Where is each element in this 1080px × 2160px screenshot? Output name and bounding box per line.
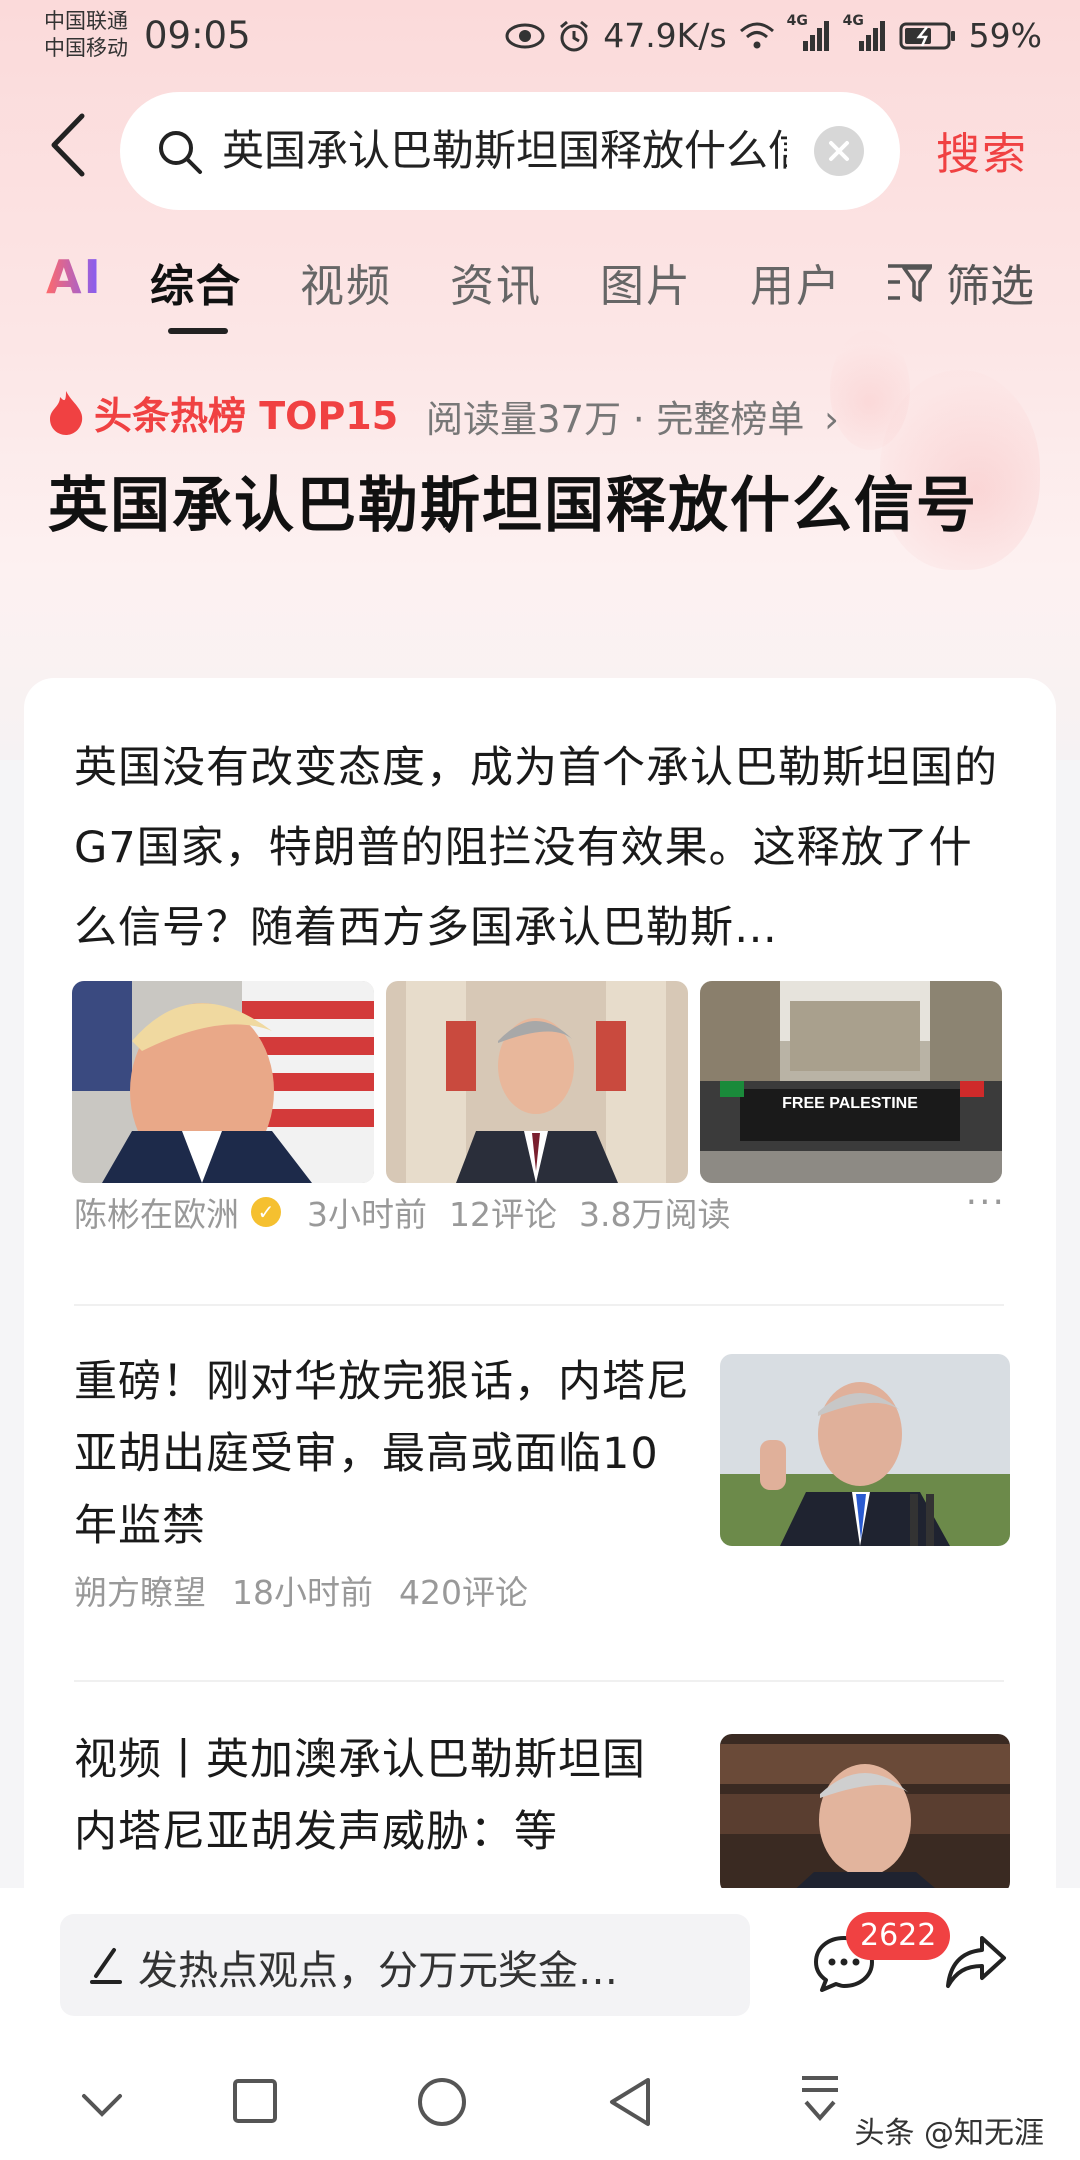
carrier-1: 中国联通 — [44, 9, 128, 33]
wifi-icon — [739, 22, 774, 48]
hotlist-label: 头条热榜 TOP15 — [94, 394, 399, 438]
flame-decoration-small — [830, 330, 910, 450]
signal-icon-2: 4G — [843, 13, 887, 53]
signal-icon-1: 4G — [787, 13, 831, 53]
article-2-image[interactable] — [720, 1354, 1010, 1546]
article-2-comments: 420评论 — [399, 1573, 528, 1612]
battery-level: 59% — [968, 16, 1042, 55]
carrier-labels: 中国联通 中国移动 — [44, 8, 128, 62]
share-icon[interactable] — [944, 1934, 1008, 1990]
more-icon[interactable]: ··· — [966, 1182, 1006, 1223]
back-arrow-icon — [51, 113, 85, 177]
article-1-author[interactable]: 陈彬在欧洲 — [74, 1188, 239, 1236]
nav-back-icon[interactable] — [606, 2076, 654, 2128]
status-icons: 47.9K/s 4G 4G 59% — [505, 13, 1042, 55]
article-1-reads: 3.8万阅读 — [579, 1195, 731, 1234]
article-1-images[interactable]: FREE PALESTINE — [72, 981, 1002, 1183]
article-1-text[interactable]: 英国没有改变态度，成为首个承认巴勒斯坦国的G7国家，特朗普的阻拦没有效果。这释放… — [74, 728, 1014, 968]
article-1-image-3[interactable]: FREE PALESTINE — [700, 981, 1002, 1183]
comment-count-badge: 2622 — [846, 1912, 951, 1960]
status-bar: 中国联通 中国移动 09:05 47.9K/s 4G 4G 59% — [0, 0, 1080, 80]
flame-icon — [50, 390, 83, 435]
tab-video[interactable]: 视频 — [300, 250, 392, 314]
search-icon — [159, 131, 202, 174]
search-button[interactable]: 搜索 — [936, 118, 1028, 182]
watermark: 头条 @知无涯 — [854, 2116, 1044, 2151]
article-1-image-1[interactable] — [72, 981, 374, 1183]
system-nav-bar: 头条 @知无涯 — [0, 2060, 1080, 2160]
article-2-author[interactable]: 朔方瞭望 — [74, 1566, 206, 1614]
net-speed: 47.9K/s — [603, 16, 727, 55]
eye-icon — [505, 23, 545, 48]
nav-menu-icon[interactable] — [798, 2072, 842, 2128]
divider — [74, 1304, 1004, 1306]
pen-icon — [90, 1948, 122, 1984]
nav-square-icon[interactable] — [232, 2078, 278, 2124]
tab-general[interactable]: 综合 — [150, 250, 242, 314]
carrier-2: 中国移动 — [44, 36, 128, 60]
clear-button[interactable] — [814, 126, 864, 176]
nav-down-icon[interactable] — [80, 2092, 124, 2120]
result-tabs: AI 综合 视频 资讯 图片 用户 筛选 — [0, 250, 1080, 340]
verified-icon: ✓ — [251, 1197, 281, 1227]
search-input[interactable]: 英国承认巴勒斯坦国释放什么信号 — [120, 92, 900, 210]
article-2-time: 18小时前 — [232, 1573, 373, 1612]
chevron-right-icon: › — [824, 398, 839, 441]
tab-news[interactable]: 资讯 — [450, 250, 542, 314]
clock: 09:05 — [144, 14, 251, 57]
article-1-time: 3小时前 — [307, 1195, 427, 1234]
back-button[interactable] — [48, 112, 98, 188]
nav-circle-icon[interactable] — [416, 2076, 468, 2128]
article-3-image[interactable] — [720, 1734, 1010, 1894]
article-1-banner-text: FREE PALESTINE — [782, 1095, 918, 1112]
article-2-meta: 朔方瞭望 18小时前 420评论 — [74, 1566, 528, 1614]
article-3-text[interactable]: 视频丨英加澳承认巴勒斯坦国 内塔尼亚胡发声威胁：等 — [74, 1724, 694, 1868]
comment-input[interactable]: 发热点观点，分万元奖金… — [60, 1914, 750, 2016]
tab-images[interactable]: 图片 — [600, 250, 692, 314]
clear-icon — [829, 141, 849, 161]
filter-icon — [888, 264, 932, 302]
active-tab-indicator — [168, 328, 228, 334]
battery-icon — [899, 22, 955, 49]
article-2-text[interactable]: 重磅！刚对华放完狠话，内塔尼亚胡出庭受审，最高或面临10年监禁 — [74, 1346, 694, 1562]
search-query[interactable]: 英国承认巴勒斯坦国释放什么信号 — [222, 122, 787, 180]
tab-ai[interactable]: AI — [46, 250, 103, 304]
hotlist-meta[interactable]: 阅读量37万 · 完整榜单 › — [426, 389, 839, 443]
alarm-icon — [560, 20, 589, 51]
article-1-comments: 12评论 — [449, 1195, 557, 1234]
tab-users[interactable]: 用户 — [750, 250, 842, 314]
page-title: 英国承认巴勒斯坦国释放什么信号 — [48, 471, 978, 541]
filter-button[interactable]: 筛选 — [886, 250, 1034, 314]
article-1-meta: 陈彬在欧洲 ✓ 3小时前 12评论 3.8万阅读 — [74, 1188, 730, 1236]
comment-placeholder: 发热点观点，分万元奖金… — [138, 1948, 618, 1994]
hotlist-row[interactable]: 头条热榜 TOP15 — [46, 385, 398, 440]
divider — [74, 1680, 1004, 1682]
article-1-image-2[interactable] — [386, 981, 688, 1183]
filter-label: 筛选 — [946, 261, 1034, 312]
hotlist-meta-text: 阅读量37万 · 完整榜单 — [426, 398, 805, 441]
